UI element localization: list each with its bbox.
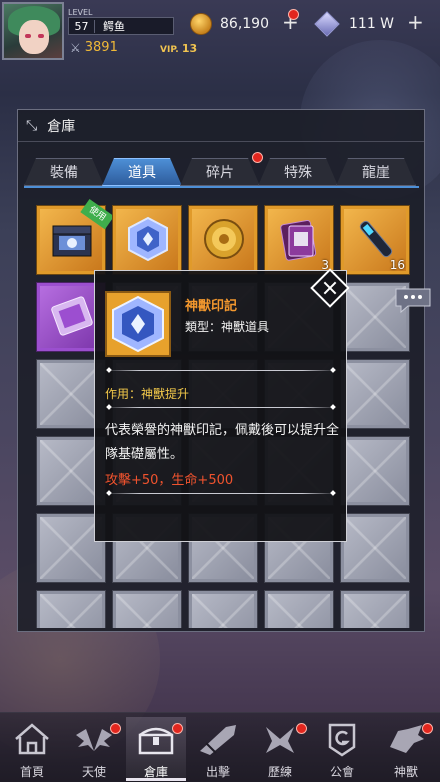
tab-underline — [24, 186, 419, 188]
divider — [105, 493, 337, 494]
nav-warehouse[interactable]: 倉庫 — [126, 717, 186, 781]
combat-power-value: 3891 — [84, 40, 118, 55]
notification-dot — [252, 152, 263, 163]
popup-item-description: 代表榮譽的神獸印記，佩戴後可以提升全隊基礎屬性。 — [105, 423, 340, 462]
empty-slot[interactable] — [188, 590, 258, 628]
popup-item-stats: 攻擊+50，生命+500 — [105, 473, 234, 488]
popup-item-effect: 作用：神獸提升 — [105, 387, 190, 401]
chat-bubble-icon[interactable] — [394, 286, 432, 314]
notification-dot — [288, 9, 299, 20]
vip-label: VIP. — [160, 45, 179, 55]
empty-slot[interactable] — [112, 590, 182, 628]
vip-badge[interactable]: VIP. 13 — [160, 42, 197, 55]
nav-beast[interactable]: 神獸 — [376, 717, 436, 781]
item-quantity: 16 — [389, 258, 405, 272]
tab-special[interactable]: 特殊 — [258, 158, 338, 186]
panel-title: 倉庫 — [47, 118, 76, 135]
nav-home[interactable]: 首頁 — [2, 717, 62, 781]
combat-power: ⚔ 3891 — [70, 40, 118, 55]
empty-slot[interactable] — [340, 513, 410, 583]
item-slot-card-pack[interactable]: 3 — [264, 205, 334, 275]
player-level: 57 — [69, 19, 95, 33]
empty-slot[interactable] — [36, 590, 106, 628]
tab-equipment[interactable]: 裝備 — [24, 158, 104, 186]
player-level-box: 57 鳄鱼 — [68, 17, 174, 35]
gold-amount: 86,190 — [220, 16, 269, 32]
gold-coin-icon — [190, 13, 212, 35]
empty-slot[interactable] — [340, 436, 410, 506]
nav-sortie[interactable]: 出擊 — [188, 717, 248, 781]
top-status-bar: LEVEL 57 鳄鱼 ⚔ 3891 VIP. 13 86,190 + 111 … — [0, 0, 440, 62]
divider — [105, 370, 337, 371]
empty-slot[interactable] — [264, 590, 334, 628]
level-caption: LEVEL — [68, 8, 93, 17]
notification-dot — [172, 723, 183, 734]
nav-training[interactable]: 歷練 — [250, 717, 310, 781]
empty-slot[interactable] — [340, 359, 410, 429]
popup-item-icon — [105, 291, 171, 357]
item-slot-gift-box[interactable]: 使用 — [36, 199, 115, 275]
popup-item-name: 神獸印記 — [185, 299, 238, 314]
gift-box-icon — [52, 225, 92, 257]
home-icon — [15, 723, 49, 755]
notification-dot — [110, 723, 121, 734]
panel-header: ⤡ 倉庫 — [18, 110, 424, 142]
item-slot-beast-seal[interactable] — [112, 205, 182, 275]
crossed-swords-icon: ⚔ — [70, 40, 81, 55]
tab-fragments[interactable]: 碎片 — [180, 158, 260, 186]
guild-icon — [328, 723, 356, 757]
gold-medal-icon — [204, 219, 244, 259]
notification-dot — [296, 723, 307, 734]
card-pack-icon — [280, 219, 317, 261]
bottom-navigation: 首頁 天使 倉庫 出擊 歷練 公會 神獸 — [0, 712, 440, 782]
add-gem-button[interactable]: + — [407, 12, 424, 32]
popup-item-type: 類型：神獸道具 — [185, 320, 270, 334]
nav-angel[interactable]: 天使 — [64, 717, 124, 781]
tab-bar: 裝備 道具 碎片 特殊 龍崖 — [24, 152, 419, 186]
sword-icon — [200, 725, 236, 755]
empty-slot[interactable] — [340, 590, 410, 628]
notification-dot — [422, 723, 433, 734]
item-detail-popup: 神獸印記 類型：神獸道具 作用：神獸提升 代表榮譽的神獸印記，佩戴後可以提升全隊… — [94, 270, 347, 542]
nav-guild[interactable]: 公會 — [312, 717, 372, 781]
beast-seal-icon — [128, 216, 168, 262]
item-slot-gold-medal[interactable] — [188, 205, 258, 275]
ticket-icon — [51, 296, 93, 336]
player-name: 鳄鱼 — [103, 20, 125, 33]
gem-amount: 111 W — [349, 16, 395, 32]
collapse-arrows-icon[interactable]: ⤡ — [26, 118, 37, 134]
vip-level: 13 — [181, 42, 198, 55]
tab-dragon-cliff[interactable]: 龍崖 — [336, 158, 416, 186]
avatar[interactable] — [2, 2, 64, 60]
divider — [105, 407, 337, 408]
tab-items[interactable]: 道具 — [102, 158, 182, 186]
item-slot-crystal-rod[interactable]: 16 — [340, 205, 410, 275]
crystal-rod-icon — [359, 220, 393, 258]
gem-icon — [314, 11, 340, 37]
beast-seal-icon — [112, 295, 164, 353]
